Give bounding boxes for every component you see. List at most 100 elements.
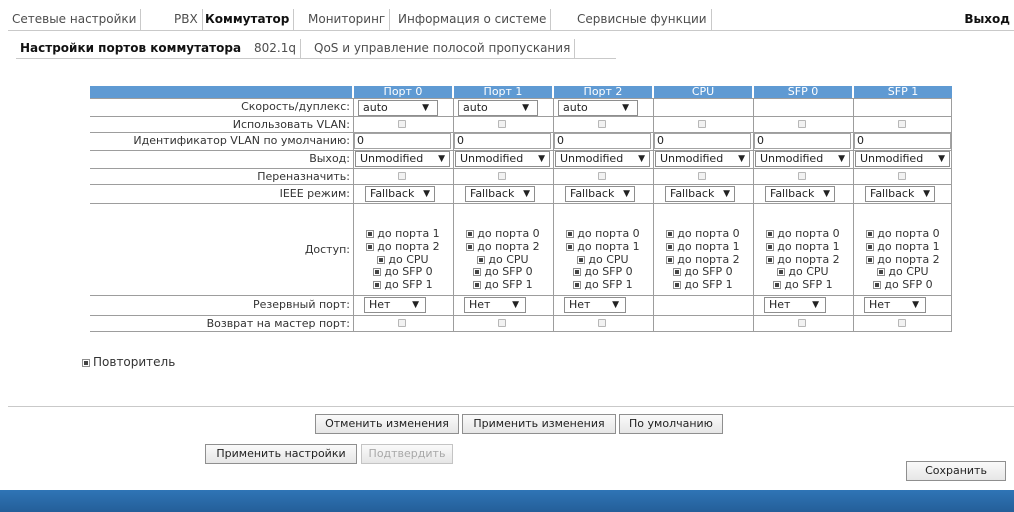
master-return-checkbox-port2[interactable]: [598, 319, 606, 327]
subtab-qos[interactable]: QoS и управление полосой пропускания: [310, 39, 576, 59]
vlan-id-input-port1[interactable]: 0: [454, 133, 551, 149]
access-item[interactable]: до SFP 1: [453, 278, 553, 292]
checkbox[interactable]: [873, 281, 882, 290]
checkbox[interactable]: [477, 255, 486, 264]
access-item[interactable]: до SFP 1: [353, 278, 453, 292]
checkbox[interactable]: [877, 268, 886, 277]
ieee-select-port1[interactable]: Fallback ▼: [465, 186, 535, 202]
speed-select-port2[interactable]: auto ▼: [558, 100, 638, 116]
checkbox[interactable]: [666, 230, 675, 238]
checkbox[interactable]: [473, 281, 482, 290]
egress-select-port2[interactable]: Unmodified ▼: [555, 151, 650, 167]
checkbox[interactable]: [366, 230, 375, 238]
use-vlan-checkbox-port0[interactable]: [398, 120, 406, 128]
exit-link[interactable]: Выход: [964, 9, 1010, 29]
tab-pbx[interactable]: PBX: [170, 9, 203, 31]
access-item[interactable]: до SFP 1: [553, 278, 653, 292]
tab-monitoring[interactable]: Мониторинг: [304, 9, 391, 31]
apply-changes-button[interactable]: Применить изменения: [462, 414, 616, 434]
master-return-checkbox-port0[interactable]: [398, 319, 406, 327]
cancel-changes-button[interactable]: Отменить изменения: [315, 414, 459, 434]
reassign-checkbox-port0[interactable]: [398, 172, 406, 180]
checkbox[interactable]: [866, 242, 875, 251]
master-return-checkbox-sfp1[interactable]: [898, 319, 906, 327]
ieee-select-sfp0[interactable]: Fallback ▼: [765, 186, 835, 202]
use-vlan-checkbox-sfp1[interactable]: [898, 120, 906, 128]
use-vlan-checkbox-port2[interactable]: [598, 120, 606, 128]
checkbox[interactable]: [666, 255, 675, 264]
repeater-checkbox[interactable]: [82, 359, 90, 367]
tab-switch[interactable]: Коммутатор: [201, 9, 295, 31]
checkbox[interactable]: [673, 281, 682, 290]
checkbox[interactable]: [573, 281, 582, 290]
tab-network-settings[interactable]: Сетевые настройки: [8, 9, 142, 31]
confirm-button[interactable]: Подтвердить: [361, 444, 453, 464]
chevron-down-icon: ▼: [423, 189, 430, 199]
egress-select-sfp0[interactable]: Unmodified ▼: [755, 151, 850, 167]
access-item[interactable]: до SFP 1: [653, 278, 753, 292]
access-list-port0: до порта 1 до порта 2 до CPU до SFP 0 до…: [353, 227, 453, 292]
checkbox[interactable]: [766, 255, 775, 264]
backup-select-sfp1[interactable]: Нет ▼: [864, 297, 926, 313]
reassign-checkbox-cpu[interactable]: [698, 172, 706, 180]
egress-select-port0[interactable]: Unmodified ▼: [355, 151, 450, 167]
reassign-checkbox-port1[interactable]: [498, 172, 506, 180]
repeater-option[interactable]: Повторитель: [82, 355, 175, 369]
vlan-id-input-sfp1[interactable]: 0: [854, 133, 951, 149]
master-return-checkbox-sfp0[interactable]: [798, 319, 806, 327]
reassign-checkbox-port2[interactable]: [598, 172, 606, 180]
use-vlan-checkbox-sfp0[interactable]: [798, 120, 806, 128]
vlan-id-input-sfp0[interactable]: 0: [754, 133, 851, 149]
egress-select-sfp1[interactable]: Unmodified ▼: [855, 151, 950, 167]
speed-select-port1[interactable]: auto ▼: [458, 100, 538, 116]
master-return-checkbox-port1[interactable]: [498, 319, 506, 327]
use-vlan-checkbox-cpu[interactable]: [698, 120, 706, 128]
access-item[interactable]: до SFP 0: [853, 278, 953, 292]
checkbox[interactable]: [766, 242, 775, 251]
tab-system-info[interactable]: Информация о системе: [394, 9, 552, 31]
checkbox[interactable]: [466, 230, 475, 238]
ieee-select-cpu[interactable]: Fallback ▼: [665, 186, 735, 202]
checkbox[interactable]: [766, 230, 775, 238]
checkbox[interactable]: [673, 268, 682, 277]
save-button[interactable]: Сохранить: [906, 461, 1006, 481]
speed-select-port0[interactable]: auto ▼: [358, 100, 438, 116]
backup-select-sfp0[interactable]: Нет ▼: [764, 297, 826, 313]
egress-select-cpu[interactable]: Unmodified ▼: [655, 151, 750, 167]
subtab-8021q[interactable]: 802.1q: [250, 39, 301, 59]
checkbox[interactable]: [773, 281, 782, 290]
backup-select-port0[interactable]: Нет ▼: [364, 297, 426, 313]
vlan-id-input-port2[interactable]: 0: [554, 133, 651, 149]
vlan-id-input-cpu[interactable]: 0: [654, 133, 751, 149]
vlan-id-input-port0[interactable]: 0: [354, 133, 451, 149]
apply-settings-button[interactable]: Применить настройки: [205, 444, 357, 464]
checkbox[interactable]: [866, 230, 875, 238]
backup-select-port1[interactable]: Нет ▼: [464, 297, 526, 313]
use-vlan-checkbox-port1[interactable]: [498, 120, 506, 128]
checkbox[interactable]: [373, 268, 382, 277]
checkbox[interactable]: [573, 268, 582, 277]
reassign-checkbox-sfp1[interactable]: [898, 172, 906, 180]
checkbox[interactable]: [866, 255, 875, 264]
subtab-port-settings[interactable]: Настройки портов коммутатора: [16, 39, 245, 59]
row-label-egress: Выход:: [309, 152, 350, 165]
egress-select-port1[interactable]: Unmodified ▼: [455, 151, 550, 167]
ieee-select-port0[interactable]: Fallback ▼: [365, 186, 435, 202]
tab-service-functions[interactable]: Сервисные функции: [573, 9, 712, 31]
checkbox[interactable]: [666, 242, 675, 251]
checkbox[interactable]: [566, 230, 575, 238]
defaults-button[interactable]: По умолчанию: [619, 414, 723, 434]
ieee-select-sfp1[interactable]: Fallback ▼: [865, 186, 935, 202]
access-item[interactable]: до SFP 1: [753, 278, 853, 292]
checkbox[interactable]: [373, 281, 382, 290]
backup-select-port2[interactable]: Нет ▼: [564, 297, 626, 313]
checkbox[interactable]: [577, 255, 586, 264]
reassign-checkbox-sfp0[interactable]: [798, 172, 806, 180]
checkbox[interactable]: [466, 242, 475, 251]
checkbox[interactable]: [366, 242, 375, 251]
checkbox[interactable]: [566, 242, 575, 251]
checkbox[interactable]: [777, 268, 786, 277]
checkbox[interactable]: [377, 255, 386, 264]
ieee-select-port2[interactable]: Fallback ▼: [565, 186, 635, 202]
checkbox[interactable]: [473, 268, 482, 277]
